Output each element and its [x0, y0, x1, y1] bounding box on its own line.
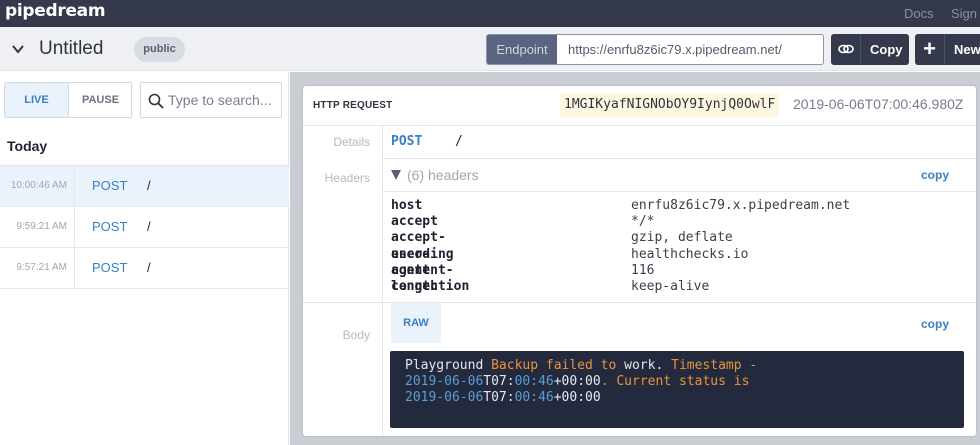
event-row[interactable]: 9:59:21 AM POST /	[0, 207, 289, 248]
event-path: /	[147, 260, 151, 275]
event-path: /	[147, 219, 151, 234]
title-bar: Untitled public Endpoint https://enrfu8z…	[0, 27, 980, 71]
copy-button-label: Copy	[870, 42, 903, 57]
copy-headers-link[interactable]: copy	[921, 168, 949, 182]
event-row[interactable]: 10:00:46 AM POST /	[0, 166, 289, 207]
event-time: 9:57:21 AM	[0, 248, 75, 288]
tab-raw[interactable]: RAW	[391, 303, 441, 343]
new-button-label: New	[954, 42, 980, 57]
event-path: /	[147, 178, 151, 193]
search-placeholder: Type to search...	[168, 92, 272, 108]
top-navbar: pipedream Docs Sign	[0, 0, 980, 27]
headers-label: Headers	[324, 171, 370, 185]
link-icon	[831, 34, 861, 65]
request-method: POST	[391, 134, 423, 149]
request-timestamp: 2019-06-06T07:00:46.980Z	[793, 96, 964, 112]
event-row[interactable]: 9:57:21 AM POST /	[0, 248, 289, 289]
request-header: HTTP REQUEST 1MGIKyafNIGNObOY9IynjQ0OwlF…	[303, 86, 976, 126]
search-icon	[148, 93, 164, 109]
bin-title[interactable]: Untitled	[39, 38, 103, 60]
live-pause-toggle: LIVE PAUSE	[4, 82, 132, 118]
live-button[interactable]: LIVE	[5, 83, 69, 117]
request-path: /	[455, 134, 463, 149]
event-time: 10:00:46 AM	[0, 166, 75, 206]
copy-body-link[interactable]: copy	[921, 317, 949, 331]
header-value: */*	[631, 214, 655, 230]
events-sidebar: LIVE PAUSE Type to search... Today 10:00…	[0, 72, 289, 445]
request-card: HTTP REQUEST 1MGIKyafNIGNObOY9IynjQ0OwlF…	[303, 86, 976, 436]
details-label: Details	[333, 135, 370, 149]
header-value: keep-alive	[631, 278, 710, 294]
chevron-down-icon[interactable]	[11, 42, 25, 56]
request-id[interactable]: 1MGIKyafNIGNObOY9IynjQ0OwlF	[560, 93, 780, 117]
app-logo[interactable]: pipedream	[5, 1, 106, 21]
header-value: gzip, deflate	[631, 230, 733, 246]
request-body-code: Playground Backup failed to work. Timest…	[390, 351, 964, 428]
header-key: accept	[391, 214, 438, 230]
body-label: Body	[342, 328, 370, 342]
event-method: POST	[92, 178, 128, 193]
sign-in-link[interactable]: Sign	[951, 6, 977, 21]
request-detail-area: HTTP REQUEST 1MGIKyafNIGNObOY9IynjQ0OwlF…	[290, 72, 980, 445]
header-key: host	[391, 198, 423, 213]
divider	[383, 158, 976, 159]
search-input[interactable]: Type to search...	[140, 82, 282, 118]
pause-button[interactable]: PAUSE	[69, 83, 131, 117]
visibility-badge: public	[134, 37, 185, 62]
headers-toggle[interactable]: (6) headers	[407, 167, 479, 183]
docs-link[interactable]: Docs	[904, 6, 934, 21]
header-value: healthchecks.io	[631, 246, 749, 262]
section-labels: Details Headers Body	[303, 126, 383, 436]
header-value: 116	[631, 262, 655, 278]
new-bin-button[interactable]: + New	[915, 34, 980, 65]
divider	[383, 191, 976, 192]
endpoint-url[interactable]: https://enrfu8z6ic79.x.pipedream.net/	[568, 42, 782, 57]
endpoint-label: Endpoint	[487, 35, 557, 64]
date-group-heading: Today	[7, 138, 48, 154]
plus-icon: +	[915, 34, 945, 65]
header-value: enrfu8z6ic79.x.pipedream.net	[631, 198, 851, 213]
event-time: 9:59:21 AM	[0, 207, 75, 247]
endpoint-field[interactable]: Endpoint https://enrfu8z6ic79.x.pipedrea…	[486, 34, 824, 65]
header-key: connection	[391, 278, 470, 294]
request-type-label: HTTP REQUEST	[313, 100, 393, 111]
event-method: POST	[92, 260, 128, 275]
copy-endpoint-button[interactable]: Copy	[831, 34, 909, 65]
event-method: POST	[92, 219, 128, 234]
triangle-down-icon[interactable]	[391, 170, 401, 180]
